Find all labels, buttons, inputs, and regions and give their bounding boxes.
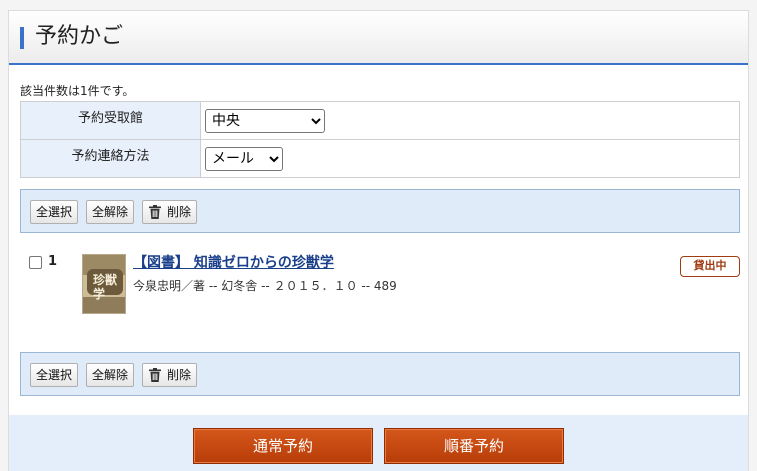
clear-all-button[interactable]: 全解除 [86,200,135,224]
delete-button-label: 削除 [167,205,192,219]
clear-all-button[interactable]: 全解除 [86,363,135,387]
page-header: 予約かご [9,11,748,65]
reserve-footer: 通常予約 順番予約 [9,415,748,471]
item-checkbox[interactable] [29,256,42,269]
top-toolbar: 全選択 全解除 削除 [20,189,740,233]
trash-icon [149,205,161,219]
pickup-library-select[interactable]: 中央 [205,108,325,133]
delete-button[interactable]: 削除 [142,363,198,387]
reservation-cart-panel: 予約かご 該当件数は1件です。 予約受取館 中央 予約連絡方法 メール 全選択 … [8,10,749,471]
contact-method-select[interactable]: メール [205,146,283,171]
result-count: 該当件数は1件です。 [20,84,135,98]
pickup-library-label: 予約受取館 [20,101,201,140]
sequential-reserve-button[interactable]: 順番予約 [384,428,564,464]
contact-method-label: 予約連絡方法 [20,139,201,178]
select-all-button[interactable]: 全選択 [30,363,79,387]
reservation-settings-table: 予約受取館 中央 予約連絡方法 メール [20,101,740,178]
delete-button-label: 削除 [167,368,192,382]
status-badge: 貸出中 [680,256,740,277]
list-item: 1 珍獣学 【図書】 知識ゼロからの珍獣学 今泉忠明／著 -- 幻冬舎 -- ２… [20,243,740,343]
normal-reserve-button[interactable]: 通常予約 [193,428,373,464]
book-cover-title: 珍獣学 [93,273,118,301]
select-all-button[interactable]: 全選択 [30,200,79,224]
delete-button[interactable]: 削除 [142,200,198,224]
item-meta: 今泉忠明／著 -- 幻冬舎 -- ２０１５．１０ -- 489 [133,279,397,293]
title-accent-bar [20,27,24,49]
book-cover-image[interactable]: 珍獣学 [82,254,126,314]
bottom-toolbar: 全選択 全解除 削除 [20,352,740,396]
item-number: 1 [48,254,58,269]
page-title: 予約かご [35,24,124,49]
item-title-link[interactable]: 【図書】 知識ゼロからの珍獣学 [133,254,334,272]
trash-icon [149,368,161,382]
